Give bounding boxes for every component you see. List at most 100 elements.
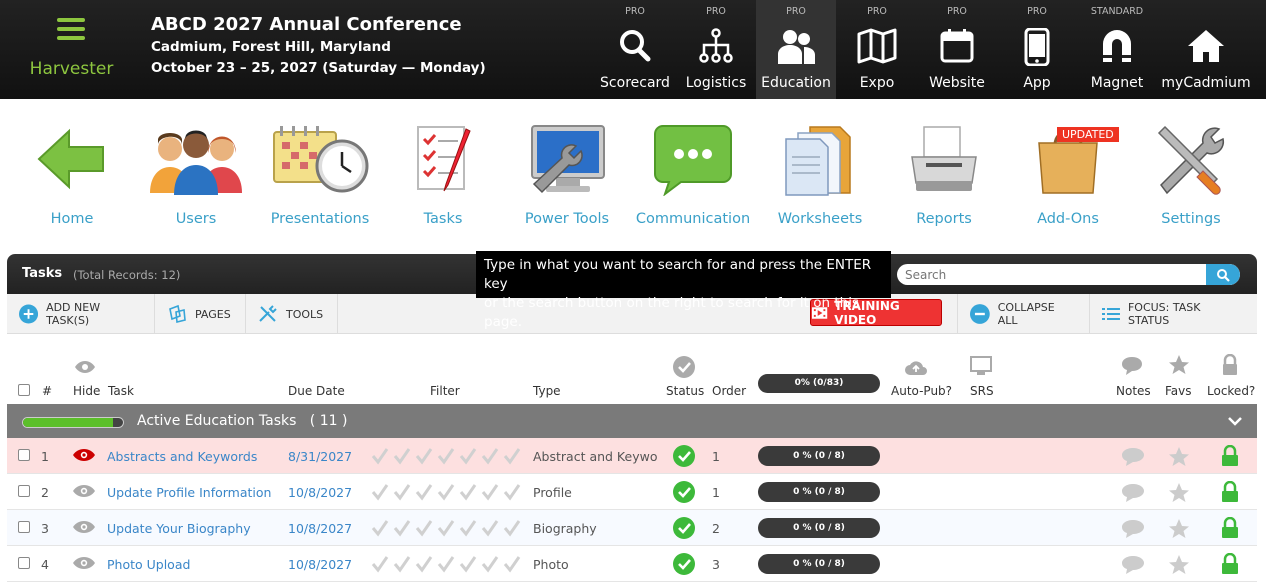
row-checkbox[interactable] (18, 449, 30, 461)
filter-check-icon[interactable] (503, 555, 521, 576)
filter-check-icon[interactable] (481, 555, 499, 576)
filter-check-icon[interactable] (393, 447, 411, 468)
status-check-icon[interactable] (673, 445, 695, 467)
iconnav-tasks[interactable]: Tasks (383, 118, 503, 230)
pages-button[interactable]: PAGES (155, 294, 246, 334)
filter-check-icon[interactable] (415, 483, 433, 504)
row-checkbox[interactable] (18, 557, 30, 569)
filter-check-icon[interactable] (459, 519, 477, 540)
star-icon[interactable] (1168, 482, 1190, 504)
overall-progress: 0% (0/83) (758, 374, 880, 393)
filter-check-icon[interactable] (415, 519, 433, 540)
due-date-link[interactable]: 10/8/2027 (288, 557, 352, 572)
filter-check-icon[interactable] (437, 519, 455, 540)
group-active-education[interactable]: Active Education Tasks ( 11 ) (7, 404, 1257, 438)
filter-check-icon[interactable] (393, 483, 411, 504)
col-task[interactable]: Task (108, 384, 134, 398)
brand[interactable]: Harvester (0, 0, 140, 99)
comment-icon[interactable] (1121, 447, 1145, 467)
col-order[interactable]: Order (712, 384, 746, 398)
nav-logistics[interactable]: PRO Logistics (676, 0, 756, 99)
nav-scorecard[interactable]: PRO Scorecard (595, 0, 675, 99)
iconnav-worksheets[interactable]: Worksheets (760, 118, 880, 230)
lock-icon[interactable] (1221, 553, 1239, 575)
iconnav-settings[interactable]: Settings (1131, 118, 1251, 230)
select-all-checkbox[interactable] (18, 384, 30, 396)
filter-check-icon[interactable] (415, 447, 433, 468)
row-checkbox[interactable] (18, 521, 30, 533)
search-button[interactable] (1206, 264, 1240, 285)
star-icon[interactable] (1168, 518, 1190, 540)
filter-check-icon[interactable] (459, 483, 477, 504)
comment-icon[interactable] (1121, 483, 1145, 503)
col-hide[interactable]: Hide (73, 384, 100, 398)
status-check-icon[interactable] (673, 481, 695, 503)
star-icon[interactable] (1168, 446, 1190, 468)
eye-icon[interactable] (72, 484, 96, 498)
nav-magnet[interactable]: STANDARD Magnet (1077, 0, 1157, 99)
filter-check-icon[interactable] (503, 447, 521, 468)
eye-icon[interactable] (72, 556, 96, 570)
due-date-link[interactable]: 10/8/2027 (288, 521, 352, 536)
lock-icon[interactable] (1221, 517, 1239, 539)
menu-icon[interactable] (57, 18, 85, 40)
nav-mycadmium[interactable]: myCadmium (1161, 0, 1251, 99)
table-row[interactable]: 3 Update Your Biography 10/8/2027 Biography… (7, 510, 1257, 546)
eye-icon[interactable] (72, 448, 96, 462)
nav-expo[interactable]: PRO Expo (837, 0, 917, 99)
filter-check-icon[interactable] (503, 519, 521, 540)
search-input[interactable] (905, 266, 1205, 283)
nav-app[interactable]: PRO App (997, 0, 1077, 99)
focus-button[interactable]: FOCUS: TASK STATUS (1090, 294, 1257, 334)
task-name-link[interactable]: Update Profile Information (107, 485, 271, 500)
filter-check-icon[interactable] (437, 483, 455, 504)
task-name-link[interactable]: Abstracts and Keywords (107, 449, 257, 464)
filter-check-icon[interactable] (371, 483, 389, 504)
col-type[interactable]: Type (533, 384, 561, 398)
status-check-icon[interactable] (673, 517, 695, 539)
filter-check-icon[interactable] (393, 519, 411, 540)
iconnav-home[interactable]: Home (12, 118, 132, 230)
lock-icon[interactable] (1221, 445, 1239, 467)
due-date-link[interactable]: 8/31/2027 (288, 449, 352, 464)
iconnav-power-tools[interactable]: Power Tools (507, 118, 627, 230)
filter-check-icon[interactable] (371, 447, 389, 468)
task-name-link[interactable]: Update Your Biography (107, 521, 251, 536)
filter-check-icon[interactable] (437, 447, 455, 468)
col-status[interactable]: Status (666, 384, 704, 398)
tools-button[interactable]: TOOLS (246, 294, 338, 334)
filter-check-icon[interactable] (415, 555, 433, 576)
collapse-all-button[interactable]: COLLAPSE ALL (957, 294, 1090, 334)
table-row[interactable]: 1 Abstracts and Keywords 8/31/2027 Abstract… (7, 438, 1257, 474)
nav-education[interactable]: PRO Education (756, 0, 836, 99)
filter-check-icon[interactable] (459, 555, 477, 576)
filter-check-icon[interactable] (371, 555, 389, 576)
table-row[interactable]: 4 Photo Upload 10/8/2027 Photo 3 0 % (0 / 8) (7, 546, 1257, 582)
filter-check-icon[interactable] (393, 555, 411, 576)
filter-check-icon[interactable] (459, 447, 477, 468)
filter-check-icon[interactable] (481, 483, 499, 504)
eye-icon[interactable] (72, 520, 96, 534)
comment-icon[interactable] (1121, 555, 1145, 575)
nav-website[interactable]: PRO Website (917, 0, 997, 99)
task-name-link[interactable]: Photo Upload (107, 557, 190, 572)
iconnav-communication[interactable]: Communication (633, 118, 753, 230)
due-date-link[interactable]: 10/8/2027 (288, 485, 352, 500)
filter-check-icon[interactable] (481, 519, 499, 540)
status-check-icon[interactable] (673, 553, 695, 575)
col-due-date[interactable]: Due Date (288, 384, 345, 398)
iconnav-reports[interactable]: Reports (884, 118, 1004, 230)
add-task-button[interactable]: ADD NEW TASK(S) (7, 294, 155, 334)
row-checkbox[interactable] (18, 485, 30, 497)
iconnav-presentations[interactable]: Presentations (260, 118, 380, 230)
filter-check-icon[interactable] (481, 447, 499, 468)
iconnav-users[interactable]: Users (136, 118, 256, 230)
filter-check-icon[interactable] (371, 519, 389, 540)
lock-icon[interactable] (1221, 481, 1239, 503)
table-row[interactable]: 2 Update Profile Information 10/8/2027 Prof… (7, 474, 1257, 510)
filter-check-icon[interactable] (437, 555, 455, 576)
filter-check-icon[interactable] (503, 483, 521, 504)
star-icon[interactable] (1168, 554, 1190, 576)
chevron-down-icon[interactable] (1228, 416, 1242, 426)
comment-icon[interactable] (1121, 519, 1145, 539)
